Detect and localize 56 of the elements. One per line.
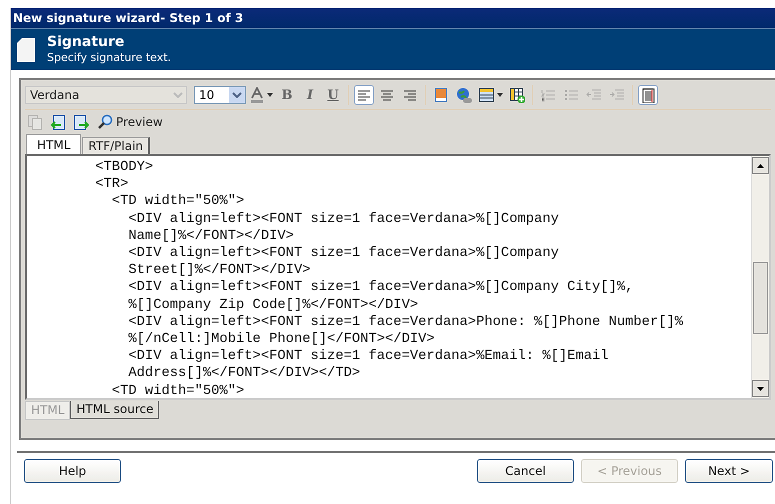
source-code-line: <DIV align=left><FONT size=1 face=Verdana>%Email: %[]Email <box>127 348 609 366</box>
source-code-line: %[]Company Zip Code[]%</FONT></DIV> <box>127 296 418 314</box>
document-icon <box>17 38 35 62</box>
scroll-up-arrow-icon <box>757 164 764 168</box>
source-code-line: <TD width="50%"> <box>110 193 244 211</box>
numbered-list-icon <box>540 87 556 103</box>
source-code-line: Address[]%</FONT></DIV></TD> <box>127 365 360 383</box>
search-icon <box>97 114 113 130</box>
insert-table-button[interactable] <box>507 85 527 105</box>
format-tab[interactable]: RTF/Plain <box>82 137 150 154</box>
preview-button[interactable]: Preview <box>94 112 166 132</box>
vertical-scrollbar[interactable] <box>751 156 769 398</box>
source-code-line: <TBODY> <box>94 159 154 176</box>
wizard-step-title: Signature <box>47 34 126 51</box>
notepad-icon <box>640 87 656 103</box>
source-code-line: Street[]%</FONT></DIV> <box>127 262 311 280</box>
next-button[interactable]: Next > <box>685 459 773 483</box>
source-code-line: <TR> <box>94 176 128 194</box>
table-icon <box>478 87 494 103</box>
globe-link-icon <box>456 87 472 103</box>
view-tab[interactable]: HTML source <box>70 401 160 419</box>
export-document-button[interactable] <box>71 112 91 132</box>
import-document-button[interactable] <box>48 112 68 132</box>
bullet-list-icon <box>563 87 579 103</box>
bold-button[interactable]: B <box>277 85 297 105</box>
caret-icon <box>497 93 503 97</box>
picture-icon <box>433 87 449 103</box>
export-document-icon <box>73 114 89 130</box>
table-button[interactable] <box>477 85 504 105</box>
source-code-line: %[/nCell:]Mobile Phone[]</FONT></DIV> <box>127 331 435 348</box>
source-code-line: <DIV align=left><FONT size=1 face=Verdana>%[]Company City[]%, <box>127 279 634 297</box>
align-left-button[interactable] <box>354 85 374 105</box>
source-code-line: <DIV align=left><FONT size=1 face=Verdana>%[]Company <box>127 210 559 228</box>
source-code-line: <DIV align=left><FONT size=1 face=Verdana>Phone: %[]Phone Number[]% <box>127 314 684 332</box>
font-size-dropdown[interactable]: 10 <box>194 86 246 104</box>
copy-icon <box>27 114 43 130</box>
cancel-button[interactable]: Cancel <box>477 459 574 483</box>
help-button[interactable]: Help <box>24 459 121 483</box>
format-tab[interactable]: HTML <box>26 134 82 154</box>
scroll-down-arrow-icon <box>757 386 764 390</box>
import-document-icon <box>50 114 66 130</box>
font-color-button[interactable] <box>249 85 274 105</box>
notepad-button[interactable] <box>638 85 658 105</box>
chevron-down-icon <box>232 92 242 98</box>
italic-button[interactable]: I <box>300 85 320 105</box>
wizard-step-description: Specify signature text. <box>47 51 172 65</box>
source-code-line: Name[]%</FONT></DIV> <box>127 228 294 246</box>
globe-link-button[interactable] <box>454 85 474 105</box>
underline-button[interactable]: U <box>323 85 343 105</box>
chevron-down-icon <box>173 92 183 98</box>
source-code-line: <TD width="50%"> <box>110 382 244 398</box>
caret-icon <box>267 93 273 97</box>
source-code-line: <DIV align=left><FONT size=1 face=Verdana>%[]Company <box>127 245 559 262</box>
font-color-icon <box>250 87 264 103</box>
insert-table-icon <box>509 87 525 103</box>
window-title: New signature wizard- Step 1 of 3 <box>13 11 244 25</box>
